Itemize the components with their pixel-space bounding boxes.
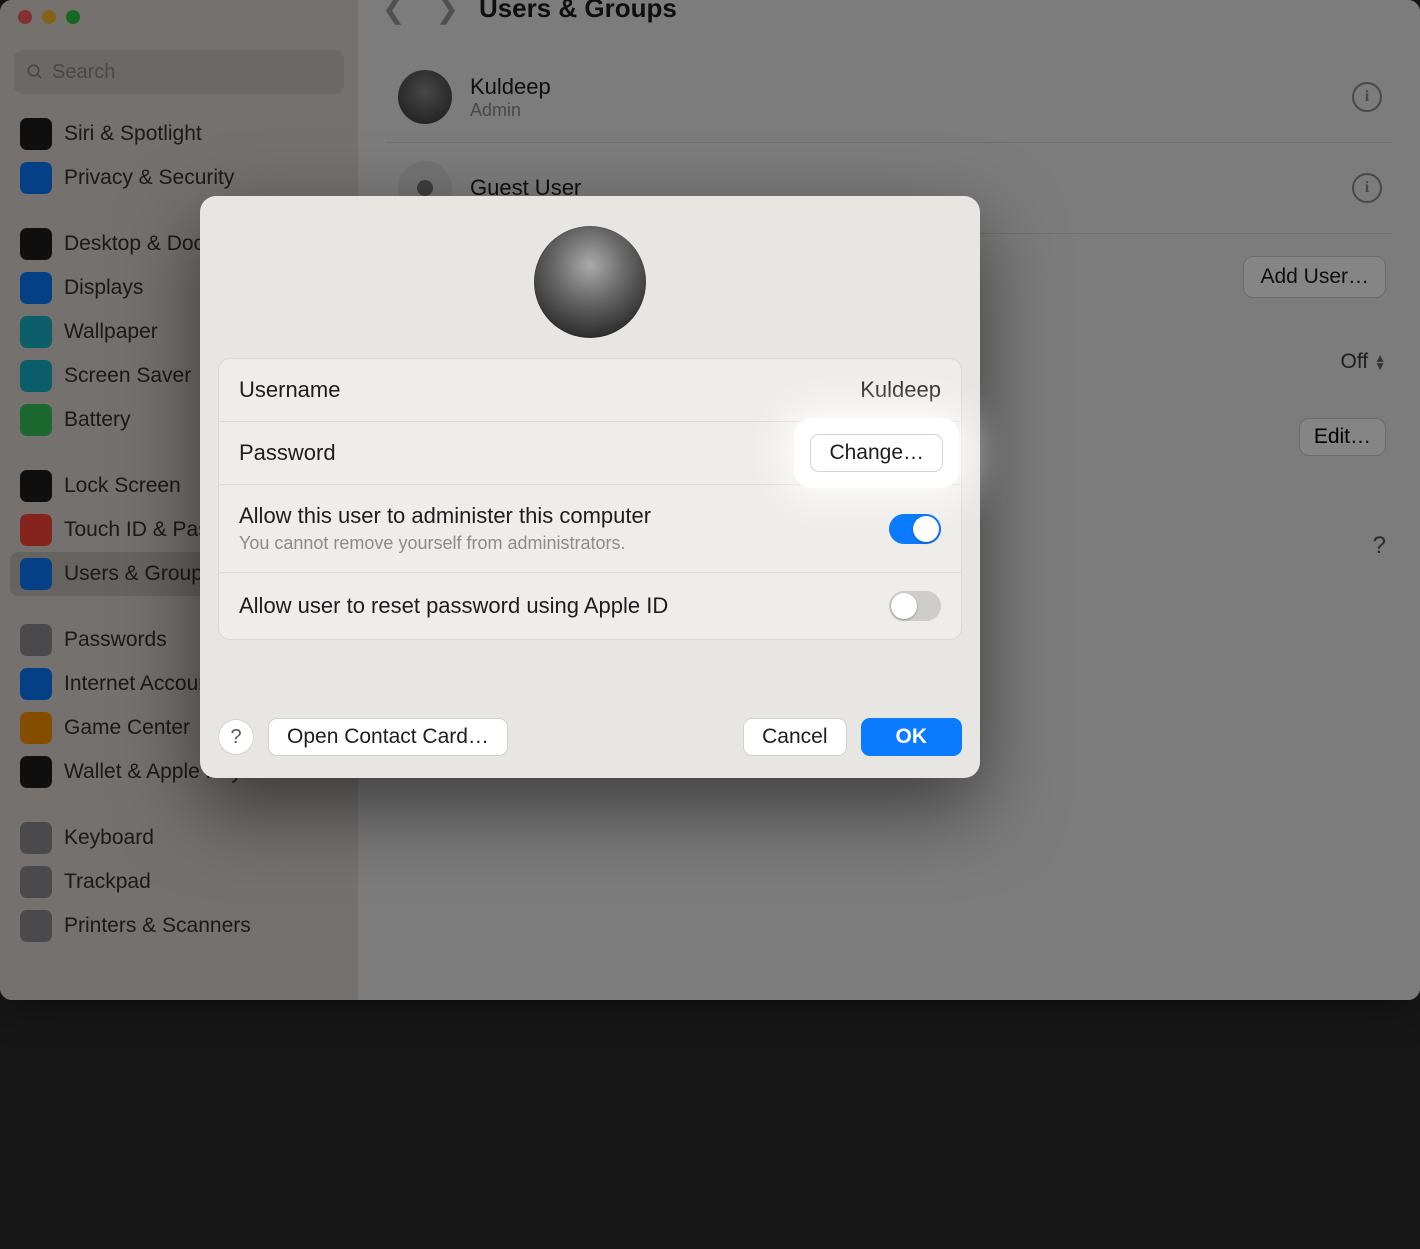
change-password-button[interactable]: Change… <box>810 434 943 472</box>
row-username: Username Kuldeep <box>219 359 961 422</box>
reset-toggle[interactable] <box>889 591 941 621</box>
sheet-footer: ? Open Contact Card… Cancel OK <box>218 718 962 756</box>
password-label: Password <box>239 440 336 466</box>
sheet-help-button[interactable]: ? <box>218 719 254 755</box>
sheet-avatar[interactable] <box>534 226 646 338</box>
ok-button[interactable]: OK <box>861 718 963 756</box>
admin-sub: You cannot remove yourself from administ… <box>239 533 651 554</box>
row-admin: Allow this user to administer this compu… <box>219 485 961 573</box>
row-password: Password Change… <box>219 422 961 485</box>
sheet-panel: Username Kuldeep Password Change… Allow … <box>218 358 962 640</box>
row-reset-appleid: Allow user to reset password using Apple… <box>219 573 961 639</box>
username-value: Kuldeep <box>860 377 941 403</box>
admin-label: Allow this user to administer this compu… <box>239 503 651 529</box>
open-contact-card-button[interactable]: Open Contact Card… <box>268 718 508 756</box>
cancel-button[interactable]: Cancel <box>743 718 846 756</box>
admin-toggle[interactable] <box>889 514 941 544</box>
reset-label: Allow user to reset password using Apple… <box>239 593 668 619</box>
change-highlight: Change… <box>800 424 953 482</box>
username-label: Username <box>239 377 340 403</box>
user-detail-sheet: Username Kuldeep Password Change… Allow … <box>200 196 980 778</box>
